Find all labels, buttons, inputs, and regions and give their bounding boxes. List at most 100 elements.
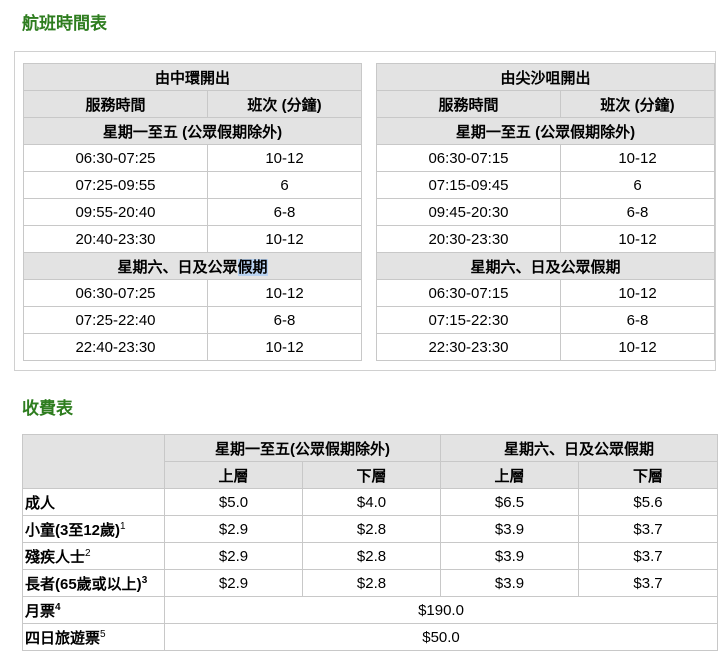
time-cell: 07:15-09:45 [376, 171, 561, 199]
time-cell: 20:30-23:30 [376, 225, 561, 253]
table-row: 22:30-23:30 10-12 [376, 333, 716, 361]
fare-label-text: 小童(3至12歲) [25, 521, 121, 539]
weekend-label: 星期六、日及公眾假期 [375, 252, 716, 280]
time-cell: 06:30-07:15 [376, 279, 561, 307]
fare-row-label: 月票4 [22, 596, 165, 624]
time-cell: 22:40-23:30 [23, 333, 208, 361]
footnote-marker: 3 [141, 574, 148, 586]
table-row: 09:45-20:30 6-8 [376, 198, 716, 226]
weekend-label-text: 星期六、日及公眾 [117, 258, 238, 276]
fare-cell: $3.9 [440, 542, 579, 570]
table-row: 成人 $5.0 $4.0 $6.5 $5.6 [22, 488, 719, 516]
fare-cell: $3.9 [440, 569, 579, 597]
group-weekend-header: 星期六、日及公眾假期 [439, 434, 719, 462]
time-cell: 22:30-23:30 [376, 333, 561, 361]
schedule-title: 由中環開出 [22, 63, 363, 91]
fare-row-label: 成人 [22, 488, 165, 516]
fare-cell: $2.8 [302, 542, 441, 570]
schedule-table-central: 由中環開出 服務時間 班次 (分鐘) 星期一至五 (公眾假期除外) 06:30-… [22, 63, 363, 361]
footnote-marker: 1 [120, 520, 126, 532]
time-cell: 06:30-07:15 [376, 144, 561, 172]
time-cell: 20:40-23:30 [23, 225, 208, 253]
frequency-cell: 6-8 [206, 198, 363, 226]
time-cell: 07:25-09:55 [23, 171, 208, 199]
col-frequency: 班次 (分鐘) [559, 90, 716, 118]
fare-cell: $2.9 [164, 515, 303, 543]
fare-cell-monthly: $190.0 [163, 596, 719, 624]
table-row: 四日旅遊票5 $50.0 [22, 623, 719, 651]
frequency-cell: 10-12 [559, 225, 716, 253]
footnote-marker: 2 [85, 547, 91, 559]
corner-cell [22, 434, 165, 489]
frequency-cell: 10-12 [206, 279, 363, 307]
table-row: 07:15-22:30 6-8 [376, 306, 716, 334]
frequency-cell: 6 [206, 171, 363, 199]
schedule-title: 由尖沙咀開出 [375, 63, 716, 91]
fare-cell: $2.8 [302, 515, 441, 543]
fare-row-label: 小童(3至12歲)1 [22, 515, 165, 543]
frequency-cell: 10-12 [206, 333, 363, 361]
footnote-marker: 4 [55, 601, 61, 613]
fare-cell: $3.7 [577, 542, 719, 570]
highlighted-text: 假期 [237, 258, 268, 276]
frequency-cell: 6-8 [559, 306, 716, 334]
upper-deck-header: 上層 [440, 461, 579, 489]
fare-label-text: 殘疾人士 [25, 548, 86, 566]
frequency-cell: 10-12 [206, 225, 363, 253]
time-cell: 07:25-22:40 [23, 306, 208, 334]
weekend-label: 星期六、日及公眾假期 [22, 252, 363, 280]
table-row: 09:55-20:40 6-8 [23, 198, 363, 226]
table-row: 06:30-07:25 10-12 [23, 144, 363, 172]
fare-label-text: 長者(65歲或以上) [25, 575, 142, 593]
fare-cell: $6.5 [440, 488, 579, 516]
table-row: 20:30-23:30 10-12 [376, 225, 716, 253]
fare-cell: $3.7 [577, 515, 719, 543]
fare-row-label: 殘疾人士2 [22, 542, 165, 570]
table-row: 殘疾人士2 $2.9 $2.8 $3.9 $3.7 [22, 542, 719, 570]
lower-deck-header: 下層 [577, 461, 719, 489]
fare-row-label: 四日旅遊票5 [22, 623, 165, 651]
frequency-cell: 10-12 [559, 279, 716, 307]
footnote-marker: 5 [100, 628, 106, 640]
frequency-cell: 10-12 [559, 333, 716, 361]
frequency-cell: 10-12 [559, 144, 716, 172]
fare-table: 星期一至五(公眾假期除外) 星期六、日及公眾假期 上層 下層 上層 下層 成人 … [22, 434, 719, 651]
upper-deck-header: 上層 [164, 461, 303, 489]
table-row: 07:25-09:55 6 [23, 171, 363, 199]
fare-cell: $3.7 [577, 569, 719, 597]
fare-label-text: 四日旅遊票 [25, 629, 101, 647]
table-row: 07:25-22:40 6-8 [23, 306, 363, 334]
fare-cell: $2.8 [302, 569, 441, 597]
fare-cell: $2.9 [164, 542, 303, 570]
time-cell: 07:15-22:30 [376, 306, 561, 334]
col-service-time: 服務時間 [376, 90, 561, 118]
schedule-table-tst: 由尖沙咀開出 服務時間 班次 (分鐘) 星期一至五 (公眾假期除外) 06:30… [375, 63, 716, 361]
weekday-label: 星期一至五 (公眾假期除外) [375, 117, 716, 145]
frequency-cell: 6 [559, 171, 716, 199]
table-row: 22:40-23:30 10-12 [23, 333, 363, 361]
frequency-cell: 6-8 [559, 198, 716, 226]
group-weekday-header: 星期一至五(公眾假期除外) [164, 434, 441, 462]
time-cell: 06:30-07:25 [23, 279, 208, 307]
weekday-label: 星期一至五 (公眾假期除外) [22, 117, 363, 145]
table-row: 長者(65歲或以上)3 $2.9 $2.8 $3.9 $3.7 [22, 569, 719, 597]
time-cell: 06:30-07:25 [23, 144, 208, 172]
frequency-cell: 6-8 [206, 306, 363, 334]
table-row: 06:30-07:15 10-12 [376, 144, 716, 172]
fare-cell: $5.6 [577, 488, 719, 516]
fare-label-text: 成人 [25, 494, 56, 512]
fare-label-text: 月票 [25, 602, 56, 620]
time-cell: 09:45-20:30 [376, 198, 561, 226]
schedule-section-title: 航班時間表 [22, 14, 107, 33]
table-row: 06:30-07:25 10-12 [23, 279, 363, 307]
fares-section-title: 收費表 [22, 399, 73, 418]
table-row: 小童(3至12歲)1 $2.9 $2.8 $3.9 $3.7 [22, 515, 719, 543]
fare-row-label: 長者(65歲或以上)3 [22, 569, 165, 597]
time-cell: 09:55-20:40 [23, 198, 208, 226]
table-row: 06:30-07:15 10-12 [376, 279, 716, 307]
fare-cell: $3.9 [440, 515, 579, 543]
fare-cell: $2.9 [164, 569, 303, 597]
table-row: 月票4 $190.0 [22, 596, 719, 624]
col-frequency: 班次 (分鐘) [206, 90, 363, 118]
fare-cell: $5.0 [164, 488, 303, 516]
